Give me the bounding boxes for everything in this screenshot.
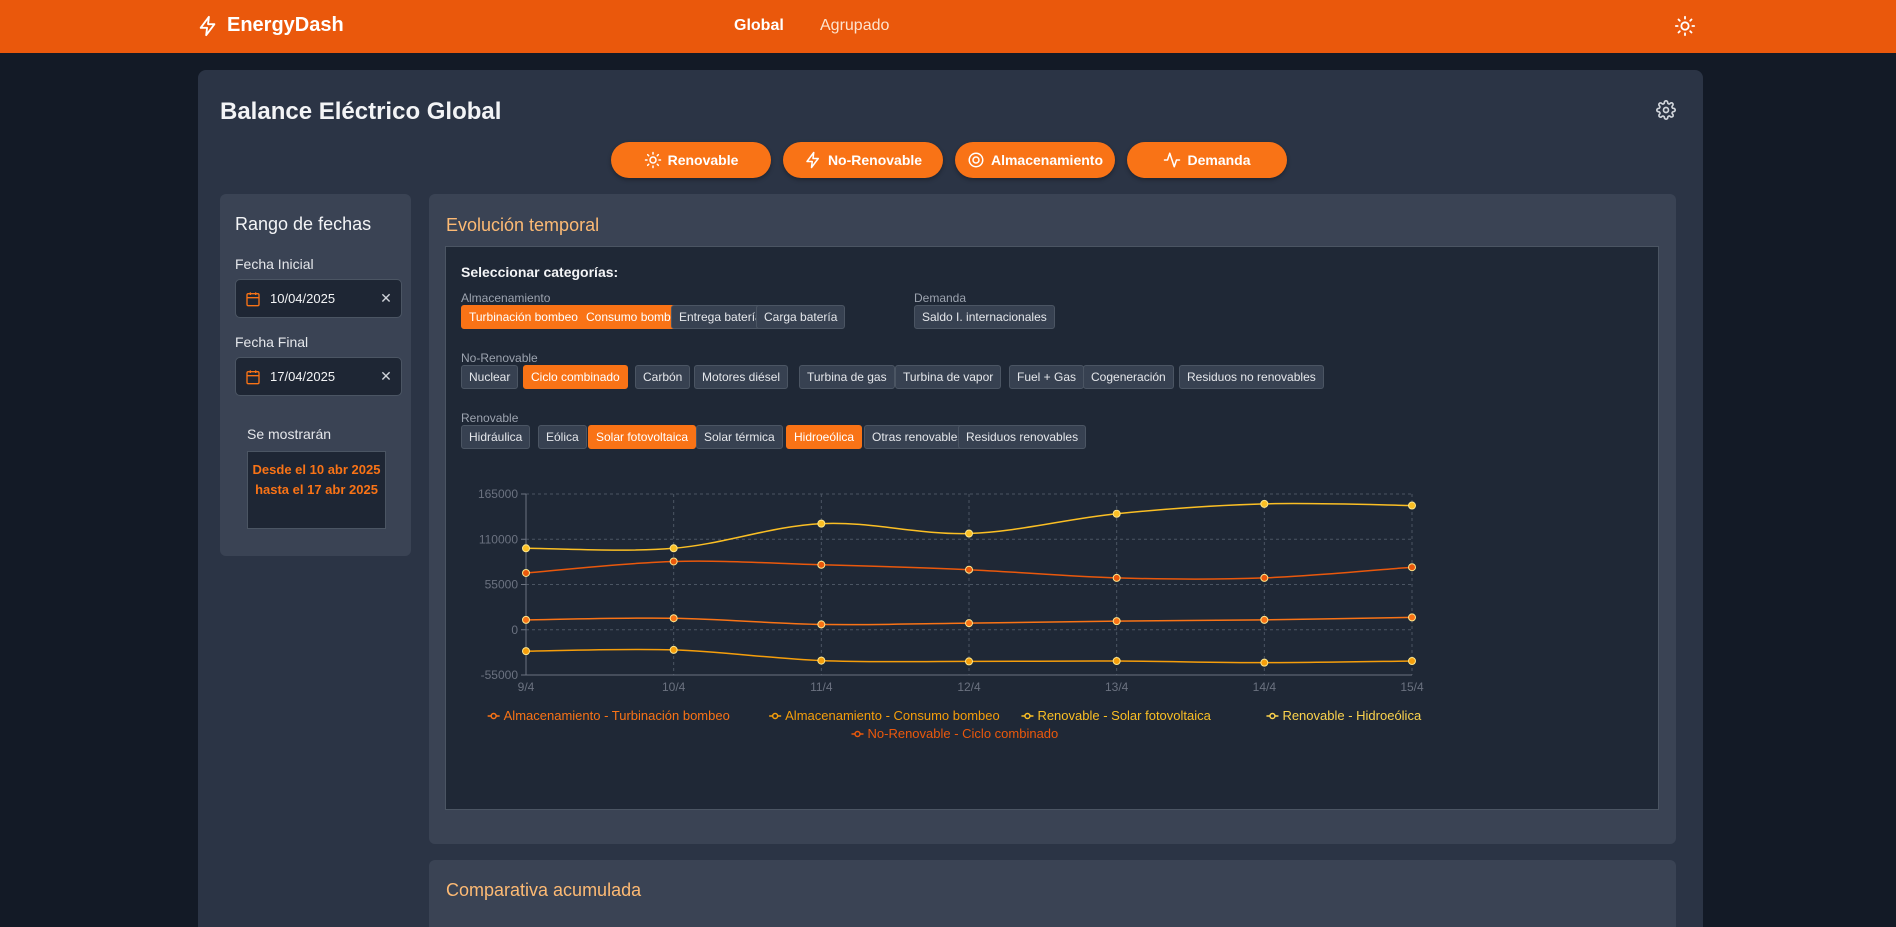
data-point — [669, 614, 678, 623]
date-range-panel: Rango de fechas Fecha Inicial 10/04/2025… — [220, 194, 411, 556]
legend-entry: Almacenamiento - Turbinación bombeo — [504, 708, 730, 723]
no-renovable-label: No-Renovable — [827, 152, 923, 168]
data-point — [522, 568, 530, 577]
show-label: Se mostrarán — [247, 426, 332, 442]
data-point — [669, 645, 678, 654]
brand-name: EnergyDash — [227, 14, 344, 36]
y-tick-label: 165000 — [478, 487, 518, 501]
lightning-icon — [806, 151, 819, 169]
x-tick-label: 15/4 — [1400, 680, 1424, 694]
renovable-button[interactable]: Renovable — [611, 142, 771, 178]
y-tick-label: -55000 — [481, 668, 519, 682]
evolution-chart: 165000 110000 55000 0 -550009/4 10/4 11/4 12/4 1… — [478, 487, 1424, 741]
page-title: Balance Eléctrico Global — [220, 98, 502, 125]
data-point — [522, 647, 530, 656]
demanda-button[interactable]: Demanda — [1127, 142, 1287, 178]
x-tick-label: 12/4 — [957, 680, 981, 694]
legend-swatch-dot — [490, 712, 497, 720]
start-date-label: Fecha Inicial — [235, 256, 314, 272]
legend-swatch-dot — [1269, 712, 1276, 720]
end-date-label: Fecha Final — [235, 334, 309, 350]
data-point — [965, 657, 973, 666]
comparison-title: Comparativa acumulada — [446, 880, 642, 900]
data-point — [817, 560, 826, 569]
data-point — [1408, 657, 1416, 666]
brand[interactable]: EnergyDash — [197, 14, 344, 37]
x-tick-label: 11/4 — [810, 680, 833, 694]
evolution-panel: Seleccionar categorías: Almacenamiento D… — [445, 246, 1659, 810]
data-point — [1112, 573, 1121, 582]
data-point — [817, 620, 826, 629]
battery-icon — [968, 152, 984, 168]
no-renovable-button[interactable]: No-Renovable — [783, 142, 943, 178]
data-point — [669, 557, 678, 566]
data-point — [1260, 615, 1269, 624]
x-tick-label: 13/4 — [1105, 680, 1129, 694]
y-tick-label: 55000 — [485, 578, 519, 592]
renovable-label: Renovable — [667, 152, 739, 168]
data-point — [817, 656, 826, 665]
calendar-icon — [246, 369, 260, 384]
data-point — [965, 619, 973, 628]
end-date-field[interactable]: 17/04/2025 ✕ — [235, 357, 402, 396]
data-point — [1408, 501, 1416, 510]
x-tick-label: 9/4 — [518, 680, 535, 694]
data-point — [522, 544, 530, 553]
almacenamiento-label: Almacenamiento — [990, 152, 1104, 168]
lightning-icon — [199, 15, 216, 36]
data-point — [1112, 617, 1121, 626]
data-point — [1260, 573, 1269, 582]
legend-swatch-dot — [771, 712, 779, 720]
gear-icon[interactable] — [1656, 100, 1676, 120]
data-point — [1112, 657, 1121, 666]
legend-swatch-dot — [1024, 712, 1031, 720]
clear-icon[interactable]: ✕ — [371, 290, 401, 307]
calendar-icon — [246, 291, 260, 306]
nav-link-global[interactable]: Global — [734, 17, 784, 35]
date-range-summary: Desde el 10 abr 2025 hasta el 17 abr 202… — [247, 451, 386, 529]
x-tick-label: 14/4 — [1253, 680, 1277, 694]
date-range-title: Rango de fechas — [235, 214, 372, 234]
x-tick-label: 10/4 — [662, 680, 686, 694]
start-date-value: 10/04/2025 — [270, 291, 336, 306]
comparison-card: Comparativa acumulada — [429, 860, 1676, 927]
data-point — [1408, 613, 1416, 622]
evolution-title: Evolución temporal — [446, 215, 600, 235]
data-point — [522, 615, 530, 624]
clear-icon[interactable]: ✕ — [371, 368, 401, 385]
data-point — [1112, 509, 1121, 518]
legend-swatch-dot — [854, 730, 861, 738]
legend-entry: No-Renovable - Ciclo combinado — [868, 726, 1059, 741]
data-point — [965, 565, 973, 574]
legend-entry: Almacenamiento - Consumo bombeo — [785, 708, 1000, 723]
legend-entry: Renovable - Solar fotovoltaica — [1037, 708, 1211, 723]
data-point — [817, 519, 826, 528]
data-point — [965, 529, 973, 538]
activity-icon — [1164, 152, 1181, 168]
data-point — [1260, 499, 1269, 508]
data-point — [669, 544, 678, 553]
data-point — [1260, 658, 1269, 667]
almacenamiento-button[interactable]: Almacenamiento — [955, 142, 1115, 178]
evolution-card: Evolución temporal Seleccionar categoría… — [429, 194, 1676, 844]
demanda-label: Demanda — [1187, 152, 1251, 168]
legend-entry: Renovable - Hidroeólica — [1282, 708, 1422, 723]
sun-icon — [644, 151, 661, 169]
navbar: EnergyDash Global Agrupado — [0, 0, 1896, 53]
data-point — [1408, 563, 1416, 572]
y-tick-label: 110000 — [479, 532, 518, 546]
end-date-value: 17/04/2025 — [270, 369, 336, 384]
start-date-field[interactable]: 10/04/2025 ✕ — [235, 279, 402, 318]
main-card: Balance Eléctrico Global Renovable No-Re… — [198, 70, 1703, 927]
sun-icon[interactable] — [1674, 15, 1696, 37]
nav-link-agrupado[interactable]: Agrupado — [820, 17, 889, 35]
y-tick-label: 0 — [511, 623, 518, 637]
